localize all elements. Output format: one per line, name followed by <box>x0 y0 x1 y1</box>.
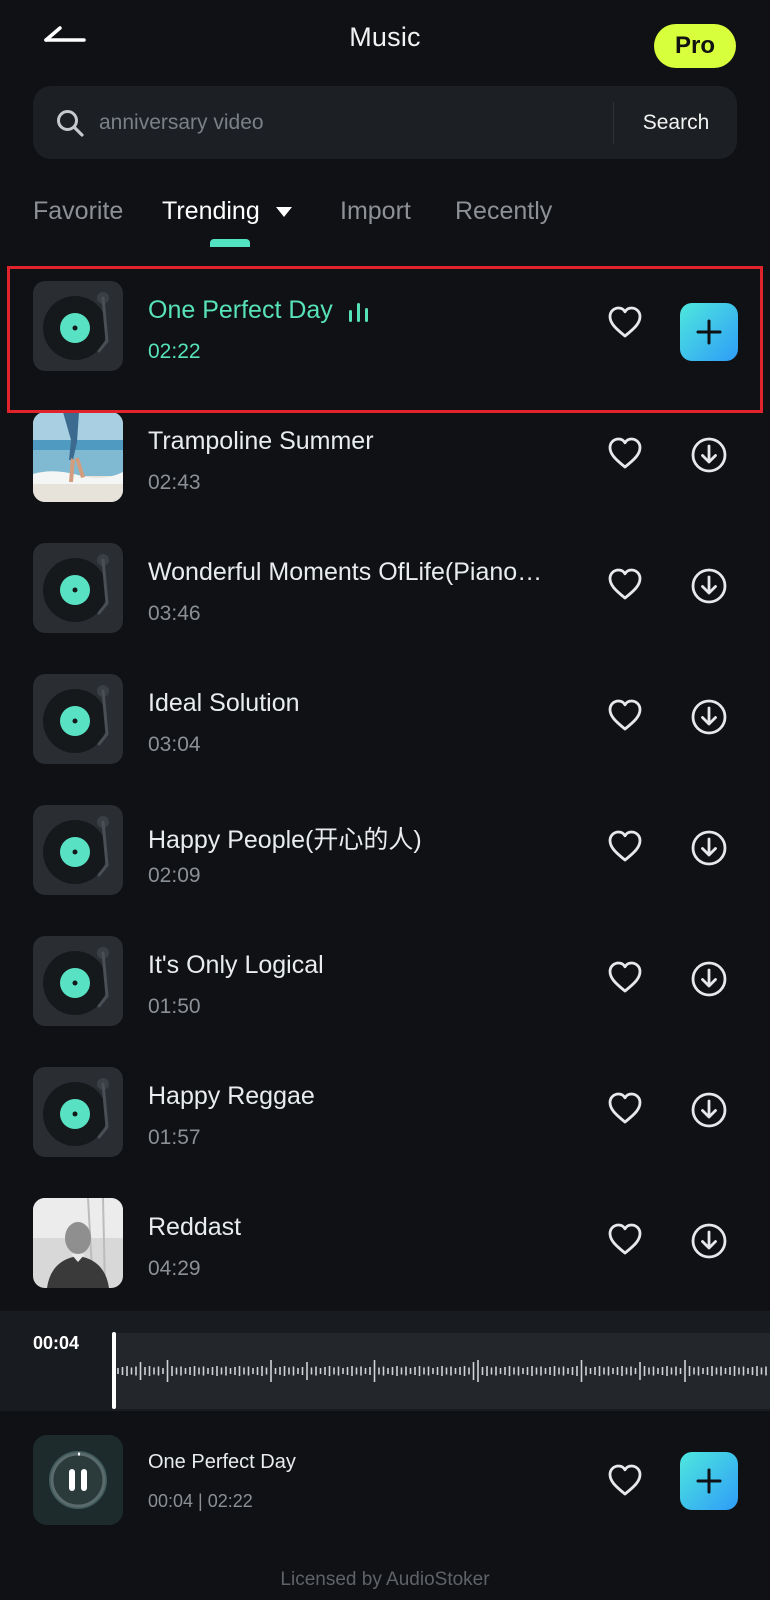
track-title: Reddast <box>148 1213 242 1241</box>
heart-icon[interactable] <box>607 1222 643 1258</box>
tab-recently[interactable]: Recently <box>455 197 552 226</box>
search-button[interactable]: Search <box>615 86 737 159</box>
track-duration: 04:29 <box>148 1257 201 1280</box>
active-tab-indicator <box>210 239 250 247</box>
download-icon[interactable] <box>690 1091 728 1129</box>
track-duration: 01:57 <box>148 1126 201 1149</box>
turntable-thumbnail <box>33 281 123 371</box>
heart-icon[interactable] <box>607 698 643 734</box>
turntable-thumbnail <box>33 936 123 1026</box>
download-icon[interactable] <box>690 698 728 736</box>
track-row-its-only-logical[interactable]: It's Only Logical 01:50 <box>0 915 770 1046</box>
player-track-title: One Perfect Day <box>148 1451 296 1473</box>
turntable-thumbnail <box>33 674 123 764</box>
track-duration: 01:50 <box>148 995 201 1018</box>
search-bar: Search <box>33 86 737 159</box>
track-title: Happy People(开心的人) <box>148 826 422 854</box>
track-row-happy-reggae[interactable]: Happy Reggae 01:57 <box>0 1046 770 1177</box>
track-row-one-perfect-day[interactable]: One Perfect Day 02:22 <box>0 260 770 391</box>
track-row-happy-people[interactable]: Happy People(开心的人) 02:09 <box>0 784 770 915</box>
download-icon[interactable] <box>690 960 728 998</box>
pause-icon <box>50 1452 106 1508</box>
tab-import[interactable]: Import <box>340 197 411 226</box>
track-row-trampoline-summer[interactable]: Trampoline Summer 02:43 <box>0 391 770 522</box>
heart-icon[interactable] <box>607 1463 643 1499</box>
track-row-wonderful-moments[interactable]: Wonderful Moments OfLife(Piano… 03:46 <box>0 522 770 653</box>
track-row-reddast[interactable]: Reddast 04:29 <box>0 1177 770 1308</box>
track-duration: 03:04 <box>148 733 201 756</box>
track-duration: 02:22 <box>148 340 201 363</box>
download-icon[interactable] <box>690 567 728 605</box>
header: Music Pro <box>0 0 770 80</box>
playhead[interactable] <box>112 1332 116 1409</box>
mini-player: One Perfect Day 00:04 | 02:22 Licensed b… <box>0 1411 770 1600</box>
waveform-current-time: 00:04 <box>33 1333 80 1353</box>
track-title: Happy Reggae <box>148 1082 315 1110</box>
heart-icon[interactable] <box>607 829 643 865</box>
player-time: 00:04 | 02:22 <box>148 1491 253 1511</box>
turntable-thumbnail <box>33 1067 123 1157</box>
track-title: One Perfect Day <box>148 296 333 324</box>
waveform-bars <box>117 1360 767 1382</box>
track-duration: 02:43 <box>148 471 201 494</box>
search-icon <box>57 110 84 137</box>
caret-down-icon <box>275 207 292 218</box>
heart-icon[interactable] <box>607 436 643 472</box>
track-title: Wonderful Moments OfLife(Piano… <box>148 558 543 586</box>
pause-button[interactable] <box>47 1449 109 1511</box>
heart-icon[interactable] <box>607 567 643 603</box>
portrait-photo-thumbnail <box>33 1198 123 1288</box>
track-title: Trampoline Summer <box>148 427 374 455</box>
download-icon[interactable] <box>690 1222 728 1260</box>
add-track-button[interactable] <box>680 303 738 361</box>
track-row-ideal-solution[interactable]: Ideal Solution 03:04 <box>0 653 770 784</box>
license-text: Licensed by AudioStoker <box>280 1569 490 1590</box>
tab-favorite[interactable]: Favorite <box>33 197 123 226</box>
search-input[interactable] <box>99 100 629 145</box>
track-title: It's Only Logical <box>148 951 324 979</box>
category-tabs: Favorite Trending Import Recently <box>0 185 770 250</box>
equalizer-icon <box>349 303 368 322</box>
download-icon[interactable] <box>690 829 728 867</box>
turntable-thumbnail <box>33 805 123 895</box>
search-divider <box>613 102 614 144</box>
player-add-button[interactable] <box>680 1452 738 1510</box>
heart-icon[interactable] <box>607 960 643 996</box>
download-icon[interactable] <box>690 436 728 474</box>
track-duration: 02:09 <box>148 864 201 887</box>
track-duration: 03:46 <box>148 602 201 625</box>
tab-trending[interactable]: Trending <box>162 197 293 226</box>
plus-icon <box>696 1468 722 1494</box>
beach-photo-thumbnail <box>33 412 123 502</box>
turntable-thumbnail <box>33 543 123 633</box>
waveform-track[interactable] <box>112 1333 770 1409</box>
track-title: Ideal Solution <box>148 689 300 717</box>
plus-icon <box>696 319 722 345</box>
pro-badge[interactable]: Pro <box>654 24 736 68</box>
heart-icon[interactable] <box>607 1091 643 1127</box>
tab-trending-label: Trending <box>162 197 260 225</box>
heart-icon[interactable] <box>607 305 643 341</box>
